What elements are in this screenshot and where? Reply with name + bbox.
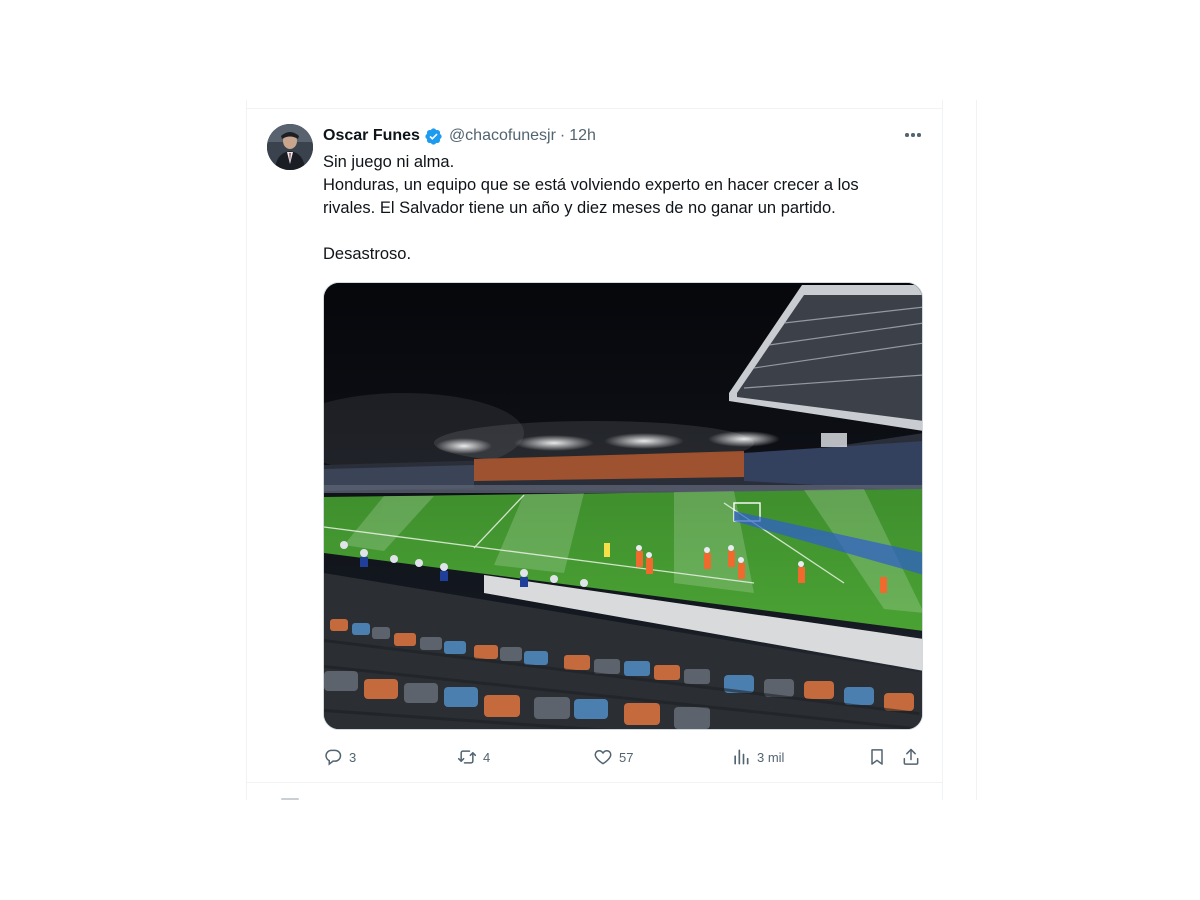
views-count: 3 mil bbox=[757, 749, 785, 765]
reply-bubble-icon bbox=[325, 749, 342, 766]
reply-button[interactable]: 3 bbox=[323, 745, 356, 769]
tweet-card[interactable]: Oscar Funes @chacofunesjr · 12h Sin jueg… bbox=[246, 100, 943, 800]
card-top-divider bbox=[247, 108, 942, 109]
tweet-text-line: Honduras, un equipo que se está volviend… bbox=[323, 176, 859, 194]
author-handle[interactable]: @chacofunesjr bbox=[449, 127, 556, 145]
like-count: 57 bbox=[619, 749, 634, 765]
repost-count: 4 bbox=[483, 749, 491, 765]
tweet-timestamp[interactable]: 12h bbox=[569, 127, 596, 145]
avatar[interactable] bbox=[267, 124, 313, 170]
tweet-actions: 3 4 57 3 mil bbox=[323, 745, 923, 769]
avatar-photo-icon bbox=[267, 124, 313, 170]
author-display-name[interactable]: Oscar Funes bbox=[323, 127, 420, 145]
tweet-header: Oscar Funes @chacofunesjr · 12h bbox=[323, 126, 596, 146]
views-button[interactable]: 3 mil bbox=[731, 745, 784, 769]
column-edge bbox=[976, 100, 977, 800]
repost-button[interactable]: 4 bbox=[457, 745, 490, 769]
heart-icon bbox=[594, 749, 612, 765]
views-bar-chart-icon bbox=[734, 749, 749, 765]
bookmark-button[interactable] bbox=[867, 745, 887, 769]
card-bottom-divider bbox=[247, 782, 942, 783]
share-button[interactable] bbox=[901, 745, 921, 769]
next-tweet-avatar-stub bbox=[281, 798, 299, 800]
header-separator: · bbox=[559, 127, 566, 144]
tweet-text-line: Sin juego ni alma. bbox=[323, 153, 455, 171]
more-dots-icon[interactable] bbox=[901, 127, 925, 143]
share-upload-icon bbox=[903, 748, 919, 765]
tweet-photo[interactable] bbox=[323, 282, 923, 730]
reply-count: 3 bbox=[349, 749, 357, 765]
tweet-text-line: rivales. El Salvador tiene un año y diez… bbox=[323, 199, 836, 217]
bookmark-icon bbox=[871, 749, 883, 765]
verified-badge-icon[interactable] bbox=[424, 127, 443, 146]
repost-arrows-icon bbox=[457, 750, 477, 764]
tweet-text-line: Desastroso. bbox=[323, 245, 412, 263]
stadium-photo-icon bbox=[324, 283, 922, 729]
like-button[interactable]: 57 bbox=[593, 745, 633, 769]
